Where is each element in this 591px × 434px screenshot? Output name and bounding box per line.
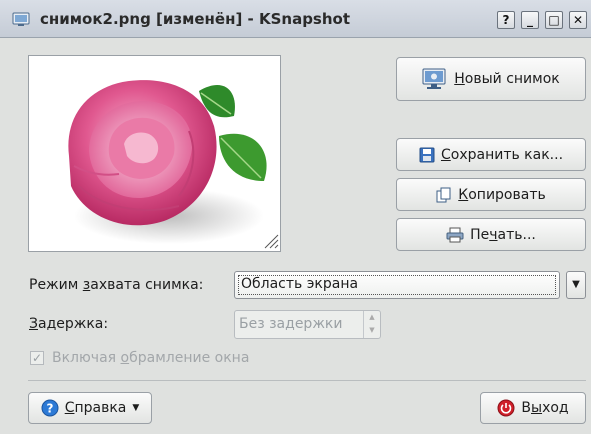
help-button[interactable]: ? Справка ▼ bbox=[28, 392, 152, 424]
capture-mode-label: Режим захвата снимка: bbox=[29, 277, 203, 293]
include-decorations-checkbox[interactable]: ✓ bbox=[30, 351, 44, 365]
window-title: снимок2.png [изменён] - KSnapshot bbox=[40, 10, 351, 28]
delay-label-mnemonic: З bbox=[29, 316, 38, 332]
spin-up-icon[interactable]: ▲ bbox=[364, 311, 380, 324]
spin-buttons[interactable]: ▲ ▼ bbox=[363, 311, 380, 338]
capture-mode-value: Область экрана bbox=[241, 276, 359, 292]
capture-mode-label-after: ахвата снимка: bbox=[90, 277, 204, 293]
delay-spinbox[interactable]: Без задержки ▲ ▼ bbox=[234, 310, 381, 339]
quit-label-before: В bbox=[521, 400, 531, 416]
svg-text:?: ? bbox=[46, 402, 53, 416]
print-button[interactable]: Печать... bbox=[396, 218, 586, 251]
spin-down-icon[interactable]: ▼ bbox=[364, 324, 380, 337]
copy-mnemonic: К bbox=[458, 186, 469, 203]
quit-mnemonic: ы bbox=[531, 400, 543, 416]
power-icon bbox=[497, 399, 515, 417]
ksnapshot-app-icon[interactable] bbox=[12, 11, 30, 27]
include-decorations-label-mnemonic: о bbox=[120, 350, 130, 366]
quit-button[interactable]: Выход bbox=[480, 392, 586, 424]
resize-grip-icon bbox=[264, 234, 279, 249]
rose-image bbox=[68, 80, 279, 249]
chevron-down-icon[interactable]: ▼ bbox=[566, 271, 586, 299]
delay-label: Задержка: bbox=[29, 316, 108, 332]
ksnapshot-window: снимок2.png [изменён] - KSnapshot ? _ □ … bbox=[0, 0, 591, 434]
maximize-button[interactable]: □ bbox=[545, 11, 563, 29]
help-icon: ? bbox=[41, 399, 59, 417]
printer-icon bbox=[446, 227, 464, 242]
include-decorations-label-after: брамление окна bbox=[129, 350, 250, 366]
save-as-mnemonic: С bbox=[440, 146, 451, 163]
capture-mode-select[interactable]: Область экрана bbox=[234, 271, 560, 299]
minimize-button[interactable]: _ bbox=[521, 11, 539, 29]
capture-mode-label-before: Режим bbox=[29, 277, 83, 293]
help-titlebar-button[interactable]: ? bbox=[497, 11, 515, 29]
include-decorations-label: Включая обрамление окна bbox=[52, 350, 249, 366]
snapshot-preview[interactable] bbox=[28, 55, 281, 252]
new-snapshot-label: овый снимок bbox=[464, 71, 560, 87]
delay-label-rest: адержка: bbox=[37, 316, 109, 332]
print-mnemonic: ч bbox=[489, 226, 498, 243]
close-button[interactable]: ✕ bbox=[569, 11, 587, 29]
new-snapshot-mnemonic: Н bbox=[454, 71, 465, 87]
monitor-camera-icon bbox=[422, 68, 446, 89]
copy-icon bbox=[436, 187, 451, 202]
save-as-button[interactable]: Сохранить как... bbox=[396, 138, 586, 171]
save-as-label: охранить как... bbox=[450, 146, 564, 163]
title-bar[interactable]: снимок2.png [изменён] - KSnapshot ? _ □ … bbox=[0, 0, 591, 38]
delay-value: Без задержки bbox=[239, 316, 343, 332]
print-label-after: ать... bbox=[497, 226, 536, 243]
separator bbox=[28, 380, 586, 381]
include-decorations-label-before: Включая bbox=[52, 350, 121, 366]
print-label-before: Пе bbox=[470, 226, 490, 243]
help-mnemonic: С bbox=[64, 400, 75, 416]
caret-down-icon: ▼ bbox=[132, 403, 140, 413]
new-snapshot-button[interactable]: Новый снимок bbox=[396, 57, 586, 101]
help-label: правка bbox=[74, 400, 127, 416]
copy-label: опировать bbox=[468, 186, 546, 203]
floppy-disk-icon bbox=[419, 147, 435, 162]
copy-button[interactable]: Копировать bbox=[396, 178, 586, 211]
quit-label-after: ход bbox=[542, 400, 569, 416]
